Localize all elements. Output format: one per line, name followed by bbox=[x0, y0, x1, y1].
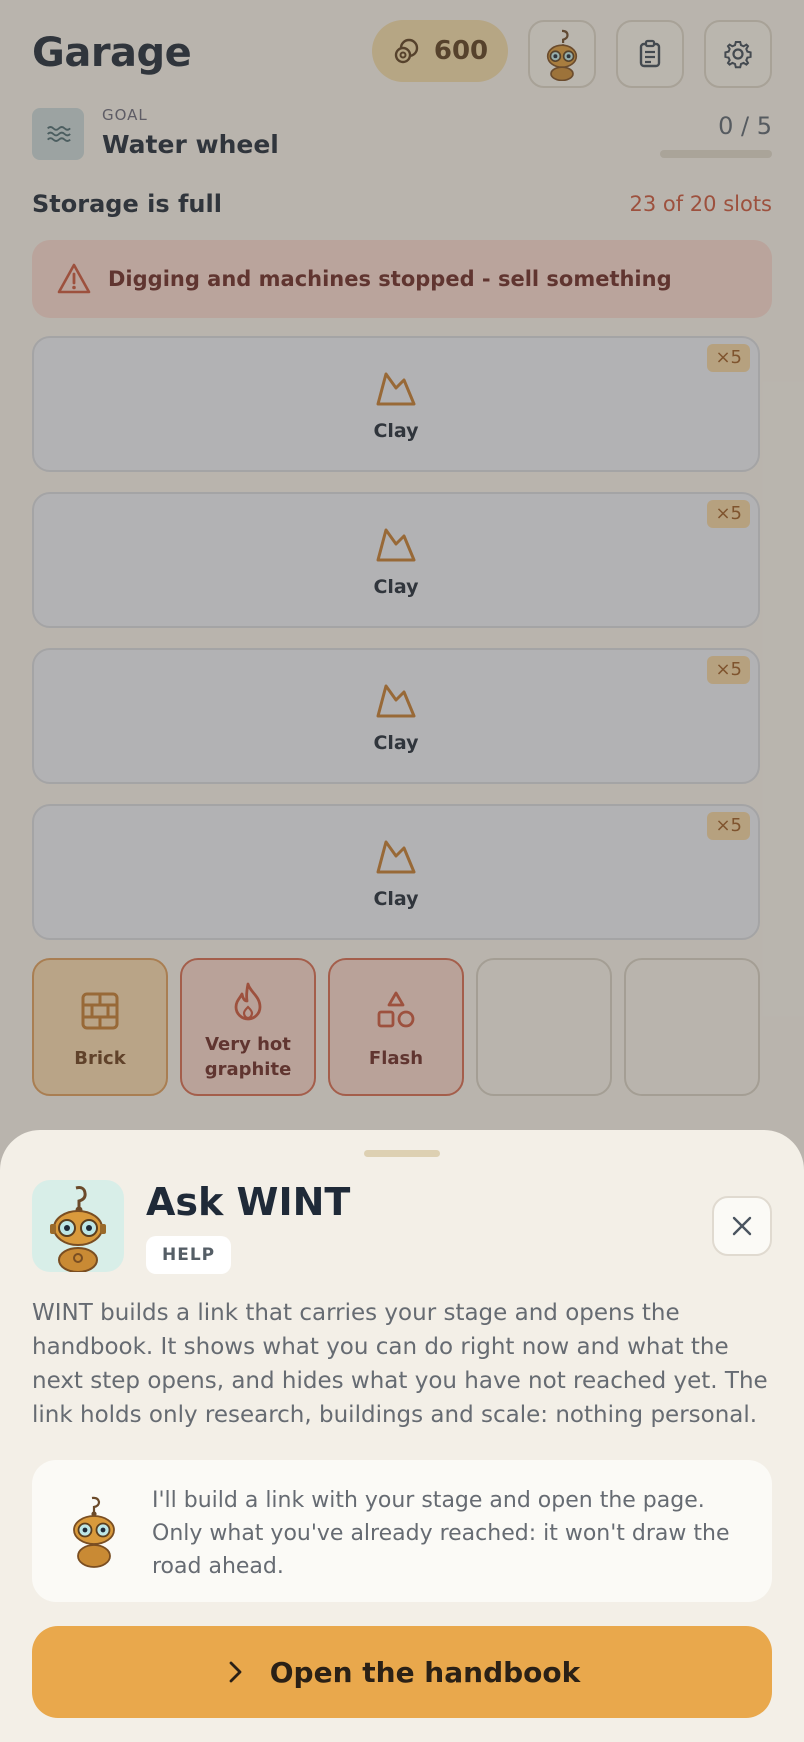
open-handbook-button[interactable]: Open the handbook bbox=[32, 1626, 772, 1718]
chevron-right-icon bbox=[229, 1661, 242, 1683]
robot-avatar-icon bbox=[73, 1496, 115, 1568]
open-handbook-label: Open the handbook bbox=[269, 1655, 581, 1689]
wint-message-text: I'll build a link with your stage and op… bbox=[152, 1488, 730, 1579]
wint-avatar bbox=[32, 1180, 124, 1272]
sheet-description: WINT builds a link that carries your sta… bbox=[32, 1300, 768, 1428]
robot-avatar-icon bbox=[50, 1186, 106, 1272]
close-button[interactable] bbox=[712, 1196, 772, 1256]
sheet-drag-handle[interactable] bbox=[364, 1150, 440, 1157]
sheet-title: Ask WINT bbox=[146, 1180, 351, 1224]
ask-wint-sheet: Ask WINT HELP WINT builds a link that ca… bbox=[0, 1130, 804, 1742]
wint-message-bubble: I'll build a link with your stage and op… bbox=[32, 1460, 772, 1602]
close-icon bbox=[732, 1216, 752, 1236]
help-badge: HELP bbox=[146, 1236, 232, 1274]
